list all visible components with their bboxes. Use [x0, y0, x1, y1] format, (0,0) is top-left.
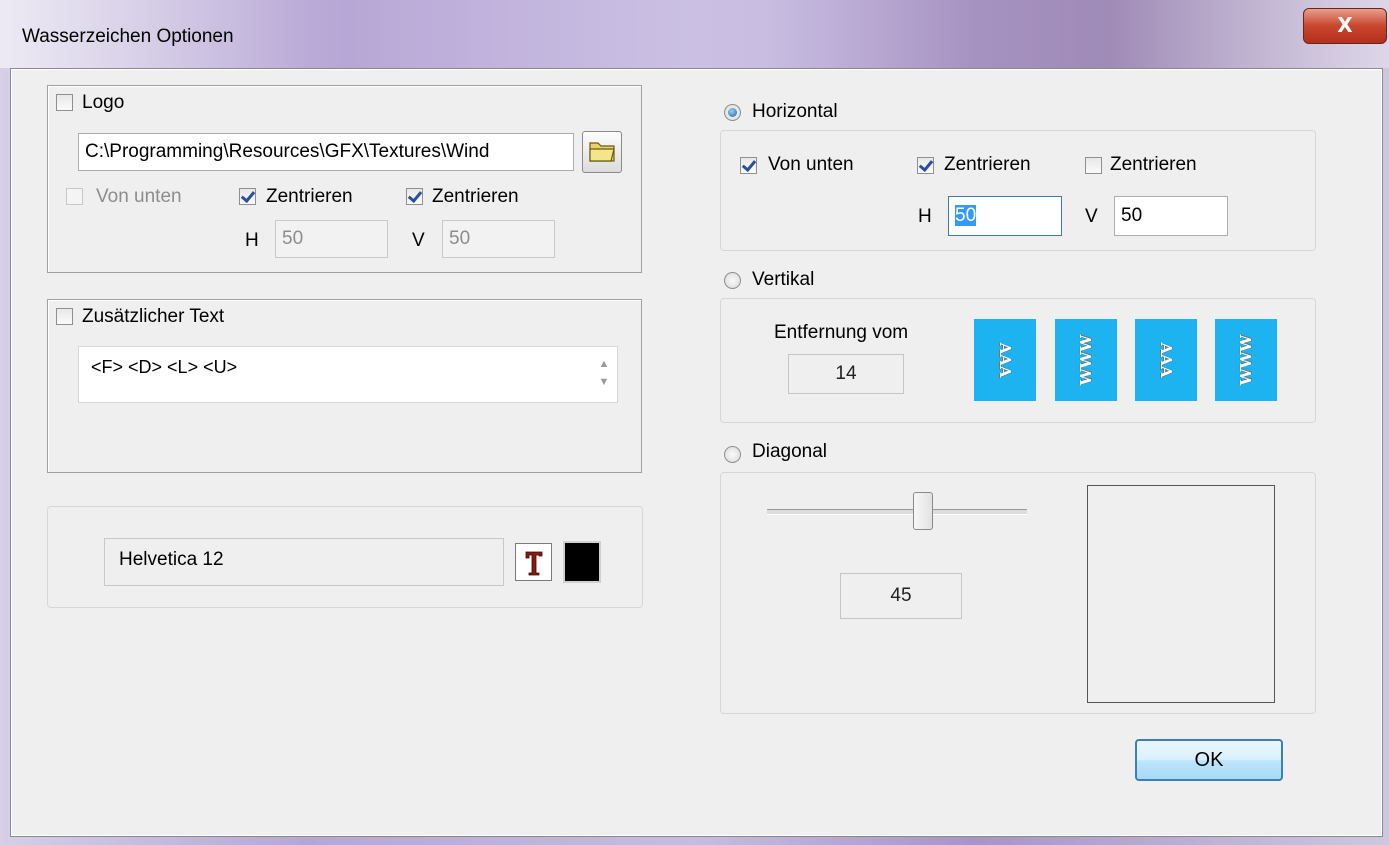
- logo-zentrieren-v-checkbox[interactable]: [406, 188, 423, 205]
- horizontal-v-label: V: [1085, 206, 1098, 227]
- tile-text: WWW: [1077, 334, 1095, 386]
- window-title: Wasserzeichen Optionen: [22, 26, 234, 47]
- color-swatch-button[interactable]: [563, 541, 601, 583]
- tile-text: WWW: [1237, 334, 1255, 386]
- horizontal-zentrieren-h-checkbox[interactable]: [917, 157, 934, 174]
- horizontal-zentrieren-h-label: Zentrieren: [944, 154, 1031, 175]
- vertikal-preview-tile: AAA: [974, 319, 1036, 401]
- diagonal-angle-field[interactable]: 45: [840, 573, 962, 619]
- tile-text: AAA: [996, 342, 1014, 378]
- font-name-field: Helvetica 12: [104, 538, 504, 586]
- horizontal-radio[interactable]: [724, 104, 741, 121]
- logo-zentrieren-h-label: Zentrieren: [266, 186, 353, 207]
- extra-text-area[interactable]: <F> <D> <L> <U> ▲ ▼: [78, 346, 618, 403]
- ok-button[interactable]: OK: [1135, 739, 1283, 781]
- vertikal-radio[interactable]: [724, 272, 741, 289]
- font-picker-icon: [525, 551, 543, 576]
- diagonal-angle-slider-thumb[interactable]: [913, 492, 933, 530]
- font-picker-button[interactable]: [515, 543, 552, 581]
- close-button[interactable]: X: [1303, 8, 1387, 44]
- diagonal-radio[interactable]: [724, 446, 741, 463]
- logo-checkbox[interactable]: [56, 94, 73, 111]
- logo-h-label: H: [245, 230, 259, 251]
- logo-von-unten-label: Von unten: [96, 186, 182, 207]
- text-scrollbar[interactable]: ▲ ▼: [597, 355, 611, 395]
- extra-text-value: <F> <D> <L> <U>: [91, 357, 238, 377]
- horizontal-h-label: H: [918, 206, 932, 227]
- vertikal-preview-tile: AAA: [1135, 319, 1197, 401]
- horizontal-von-unten-label: Von unten: [768, 154, 854, 175]
- horizontal-zentrieren-v-checkbox[interactable]: [1085, 157, 1102, 174]
- vertikal-distance-field[interactable]: 14: [788, 354, 904, 394]
- logo-v-input[interactable]: 50: [442, 220, 555, 258]
- browse-folder-button[interactable]: [582, 131, 622, 173]
- horizontal-von-unten-checkbox[interactable]: [740, 157, 757, 174]
- logo-v-label: V: [412, 230, 425, 251]
- horizontal-zentrieren-v-label: Zentrieren: [1110, 154, 1197, 175]
- logo-von-unten-checkbox[interactable]: [66, 188, 83, 205]
- horizontal-h-value: 50: [955, 205, 977, 226]
- vertikal-distance-label: Entfernung vom: [774, 322, 909, 343]
- vertikal-label: Vertikal: [752, 269, 815, 290]
- horizontal-v-input[interactable]: 50: [1114, 196, 1228, 236]
- logo-label: Logo: [82, 92, 125, 113]
- logo-path-field[interactable]: C:\Programming\Resources\GFX\Textures\Wi…: [78, 133, 574, 171]
- horizontal-h-input[interactable]: 50: [948, 196, 1062, 236]
- extra-text-label: Zusätzlicher Text: [82, 306, 225, 327]
- extra-text-checkbox[interactable]: [56, 308, 73, 325]
- logo-zentrieren-v-label: Zentrieren: [432, 186, 519, 207]
- horizontal-label: Horizontal: [752, 101, 838, 122]
- scroll-down-icon[interactable]: ▼: [597, 373, 611, 391]
- tile-text: AAA: [1157, 342, 1175, 378]
- diagonal-label: Diagonal: [752, 441, 827, 462]
- diagonal-angle-slider-track[interactable]: [767, 509, 1027, 515]
- folder-icon: [589, 142, 615, 162]
- diagonal-preview-box: [1087, 485, 1275, 703]
- logo-zentrieren-h-checkbox[interactable]: [239, 188, 256, 205]
- vertikal-preview-tile: WWW: [1055, 319, 1117, 401]
- logo-h-input[interactable]: 50: [275, 220, 388, 258]
- vertikal-preview-tile: WWW: [1215, 319, 1277, 401]
- scroll-up-icon[interactable]: ▲: [597, 355, 611, 373]
